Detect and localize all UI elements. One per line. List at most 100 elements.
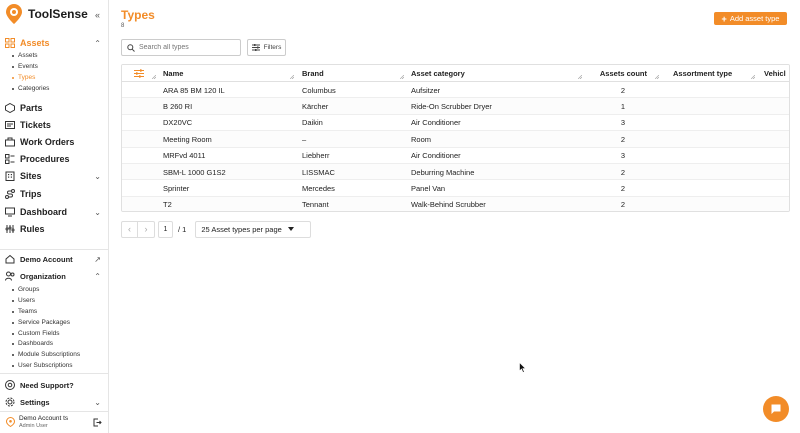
nav-rules[interactable]: Rules bbox=[0, 221, 108, 237]
table-row[interactable]: DX20VC Daikin Air Conditioner 3 bbox=[122, 115, 789, 132]
dashboard-icon bbox=[5, 207, 15, 217]
nav-need-support[interactable]: Need Support? bbox=[0, 377, 108, 393]
collapse-sidebar-icon[interactable]: « bbox=[95, 10, 100, 20]
cell-category: Ride-On Scrubber Dryer bbox=[411, 101, 492, 111]
parts-icon bbox=[5, 103, 15, 113]
external-link-icon[interactable]: ↗ bbox=[94, 255, 101, 264]
nav-parts-label: Parts bbox=[20, 103, 43, 113]
types-count: 8 bbox=[121, 23, 125, 29]
resize-handle-icon[interactable] bbox=[751, 75, 755, 79]
mouse-cursor-icon bbox=[519, 362, 526, 373]
nav-dashboard-label: Dashboard bbox=[20, 207, 68, 217]
user-pin-icon bbox=[6, 417, 15, 427]
resize-handle-icon[interactable] bbox=[578, 75, 582, 79]
briefcase-icon bbox=[5, 137, 15, 147]
cell-name: MRFvd 4011 bbox=[163, 151, 206, 161]
rules-icon bbox=[5, 225, 15, 233]
subnav-teams[interactable]: Teams bbox=[12, 308, 37, 315]
cell-count: 2 bbox=[620, 200, 625, 210]
add-asset-type-label: Add asset type bbox=[729, 14, 780, 23]
subnav-users[interactable]: Users bbox=[12, 297, 35, 304]
table-row[interactable]: T2 Tennant Walk-Behind Scrubber 2 bbox=[122, 196, 789, 211]
subnav-dashboards[interactable]: Dashboards bbox=[12, 340, 53, 347]
plus-icon: + bbox=[721, 13, 727, 24]
nav-assets-label: Assets bbox=[20, 38, 50, 48]
subnav-types[interactable]: Types bbox=[12, 74, 35, 81]
assets-icon bbox=[5, 38, 15, 48]
nav-assets[interactable]: Assets ⌃ bbox=[0, 35, 108, 51]
nav-organization[interactable]: Organization ⌃ bbox=[0, 268, 108, 284]
table-row[interactable]: B 260 RI Kärcher Ride-On Scrubber Dryer … bbox=[122, 98, 789, 115]
add-asset-type-button[interactable]: + Add asset type bbox=[714, 12, 787, 25]
chevron-down-icon[interactable]: ⌄ bbox=[94, 172, 101, 181]
chevron-up-icon[interactable]: ⌃ bbox=[94, 272, 101, 281]
search-icon bbox=[127, 43, 135, 52]
column-header-vehicle-label: Vehicl bbox=[764, 69, 786, 78]
column-header-asset-category-label: Asset category bbox=[411, 69, 465, 78]
subnav-service-packages[interactable]: Service Packages bbox=[12, 319, 70, 326]
column-header-name[interactable]: Name bbox=[163, 65, 298, 82]
table-row[interactable]: MRFvd 4011 Liebherr Air Conditioner 3 bbox=[122, 148, 789, 164]
nav-trips[interactable]: Trips bbox=[0, 186, 108, 202]
chevron-left-icon: ‹ bbox=[128, 224, 131, 234]
cell-brand: – bbox=[302, 134, 307, 144]
resize-handle-icon[interactable] bbox=[290, 75, 294, 79]
previous-page-button[interactable]: ‹ bbox=[121, 220, 138, 238]
subnav-groups[interactable]: Groups bbox=[12, 286, 39, 293]
search-box[interactable] bbox=[121, 39, 241, 56]
column-header-brand[interactable]: Brand bbox=[302, 65, 408, 82]
subnav-custom-fields[interactable]: Custom Fields bbox=[12, 330, 60, 337]
nav-parts[interactable]: Parts bbox=[0, 100, 108, 116]
nav-tickets[interactable]: Tickets bbox=[0, 117, 108, 133]
resize-handle-icon[interactable] bbox=[152, 75, 156, 79]
table-row[interactable]: Sprinter Mercedes Panel Van 2 bbox=[122, 180, 789, 197]
table-row[interactable]: ARA 85 BM 120 IL Columbus Aufsitzer 2 bbox=[122, 82, 789, 99]
nav-rules-label: Rules bbox=[20, 224, 45, 234]
table-row[interactable]: SBM-L 1000 G1S2 LISSMAC Deburring Machin… bbox=[122, 164, 789, 181]
table-row[interactable]: Meeting Room – Room 2 bbox=[122, 131, 789, 148]
nav-dashboard[interactable]: Dashboard ⌄ bbox=[0, 204, 108, 220]
cell-brand: Liebherr bbox=[302, 151, 330, 161]
subnav-categories[interactable]: Categories bbox=[12, 85, 49, 92]
cell-brand: Mercedes bbox=[302, 183, 335, 193]
chevron-right-icon: › bbox=[144, 224, 148, 234]
per-page-select[interactable]: 25 Asset types per page bbox=[195, 220, 312, 238]
chevron-down-icon[interactable]: ⌄ bbox=[94, 208, 101, 217]
user-profile[interactable]: Demo Account ts Admin User bbox=[0, 412, 108, 432]
divider bbox=[0, 249, 108, 250]
nav-work-orders[interactable]: Work Orders bbox=[0, 134, 108, 150]
column-header-asset-category[interactable]: Asset category bbox=[411, 65, 586, 82]
cell-brand: Kärcher bbox=[302, 101, 329, 111]
logout-icon[interactable] bbox=[93, 418, 102, 427]
chat-support-button[interactable] bbox=[763, 396, 789, 422]
nav-demo-account-label: Demo Account bbox=[20, 254, 73, 264]
cell-category: Aufsitzer bbox=[411, 85, 441, 95]
subnav-events[interactable]: Events bbox=[12, 63, 38, 70]
nav-demo-account[interactable]: Demo Account ↗ bbox=[0, 251, 108, 267]
current-page-input[interactable]: 1 bbox=[158, 220, 173, 238]
resize-handle-icon[interactable] bbox=[400, 75, 404, 79]
cell-count: 3 bbox=[620, 151, 625, 161]
next-page-button[interactable]: › bbox=[138, 220, 155, 238]
table-header: Name Brand Asset category Assets count A… bbox=[122, 65, 789, 82]
subnav-assets[interactable]: Assets bbox=[12, 52, 38, 59]
chevron-up-icon[interactable]: ⌃ bbox=[94, 39, 101, 48]
route-icon bbox=[5, 189, 15, 199]
subnav-module-subscriptions[interactable]: Module Subscriptions bbox=[12, 351, 80, 358]
column-header-assortment-type[interactable]: Assortment type bbox=[673, 65, 759, 82]
cell-count: 3 bbox=[620, 118, 625, 128]
chat-bubble-icon bbox=[771, 404, 781, 414]
chevron-down-icon[interactable]: ⌄ bbox=[94, 398, 101, 407]
search-input[interactable] bbox=[139, 44, 234, 51]
subnav-user-subscriptions[interactable]: User Subscriptions bbox=[12, 362, 73, 369]
resize-handle-icon[interactable] bbox=[655, 75, 659, 79]
filters-label: Filters bbox=[263, 44, 282, 51]
sidebar: ToolSense « Assets ⌃ Assets Events Types… bbox=[0, 0, 109, 433]
column-header-assets-count[interactable]: Assets count bbox=[589, 65, 663, 82]
column-header-vehicle[interactable]: Vehicl bbox=[764, 65, 789, 82]
nav-sites[interactable]: Sites ⌄ bbox=[0, 168, 108, 184]
nav-settings[interactable]: Settings ⌄ bbox=[0, 394, 108, 410]
logo[interactable]: ToolSense bbox=[5, 3, 88, 25]
filters-button[interactable]: Filters bbox=[247, 39, 286, 56]
nav-procedures[interactable]: Procedures bbox=[0, 151, 108, 167]
